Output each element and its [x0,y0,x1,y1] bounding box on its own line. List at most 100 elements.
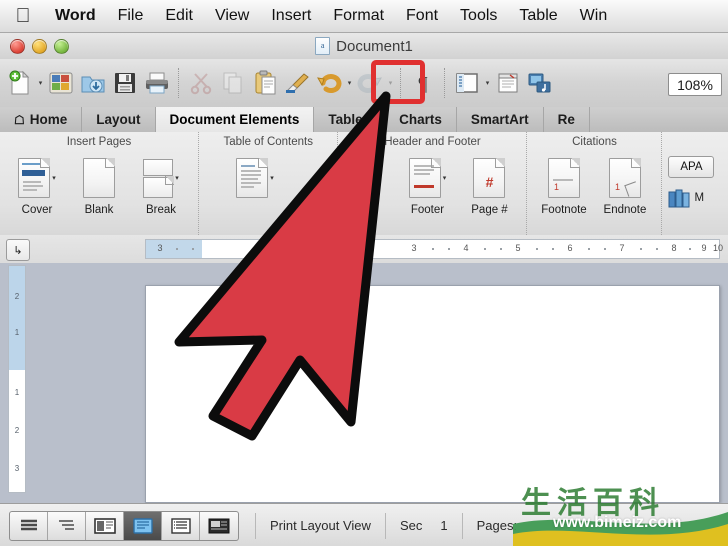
draft-view-button[interactable] [10,511,48,540]
menu-window[interactable]: Win [569,5,619,27]
header-button[interactable]: ▾ er [344,152,396,217]
footer-button[interactable]: ▾ Footer [396,152,458,217]
notebook-view-button[interactable] [162,511,200,540]
format-painter-button[interactable] [282,66,312,100]
menu-word[interactable]: Word [44,5,107,27]
toc-title: Table of Contents [223,136,313,148]
undo-dropdown[interactable]: ▾ [345,66,354,100]
citation-style-dropdown[interactable]: APA [668,156,715,178]
ribbon-group-header-footer: Header and Footer ▾ er ▾ Footer # Page # [337,132,526,235]
tab-charts[interactable]: Charts [385,107,457,132]
ruler-tick-left: 3 [157,243,163,253]
new-document-button[interactable] [5,66,35,100]
ribbon-group-table-of-contents: Table of Contents ▾ [198,132,337,235]
home-icon: ☖ [14,112,25,127]
tab-review-label: Re [557,112,575,127]
tab-review[interactable]: Re [543,107,590,132]
document-title: Document1 [336,37,413,55]
blank-page-button[interactable]: Blank [68,152,130,217]
print-button[interactable] [142,66,172,100]
title-group: a Document1 [0,33,728,59]
undo-button-highlight [371,60,425,104]
tab-home[interactable]: ☖ Home [0,107,83,132]
ruler-tick-8: 8 [671,243,677,253]
ruler-tick-5: 5 [515,243,521,253]
sidebar-dropdown[interactable]: ▾ [483,66,492,100]
standard-toolbar: ▾ ▾ ▾ ¶ ▾ 108% [0,59,728,108]
media-browser-button[interactable] [525,66,555,100]
header-label: er [365,204,376,216]
page-number-label: Page # [471,204,508,216]
ruler-tick-9: 9 [701,243,707,253]
page-number-button[interactable]: # Page # [458,152,520,217]
publishing-view-button[interactable] [86,511,124,540]
toc-icon [236,158,269,198]
toc-dropdown-icon[interactable]: ▾ [270,174,274,182]
print-layout-view-button[interactable] [124,511,162,540]
menu-insert[interactable]: Insert [260,5,322,27]
cover-label: Cover [21,204,53,216]
section-value: 1 [440,518,448,533]
undo-button[interactable] [314,66,344,100]
cover-dropdown-icon[interactable]: ▾ [52,174,56,182]
gallery-button[interactable] [46,66,76,100]
manage-sources-button[interactable]: M [668,188,704,208]
footnote-button[interactable]: 1 Footnote [533,152,594,217]
word-application-window:  Word File Edit View Insert Format Font… [0,0,728,546]
page-break-button[interactable]: ▾ Break [130,152,192,217]
notebook-icon [498,73,518,93]
table-of-contents-button[interactable]: ▾ [215,152,295,204]
endnote-label: Endnote [603,204,647,216]
cut-button[interactable] [186,66,216,100]
menu-font[interactable]: Font [395,5,449,27]
blank-page-icon [83,158,115,198]
copy-button[interactable] [218,66,248,100]
ruler-tick-6: 6 [567,243,573,253]
menu-format[interactable]: Format [322,5,395,27]
cover-page-button[interactable]: ▾ Cover [6,152,68,217]
endnote-button[interactable]: 1 Endnote [594,152,655,217]
endnote-icon: 1 [608,158,641,198]
section-indicator: Sec 1 [384,512,462,539]
apple-logo-icon[interactable]:  [8,6,38,26]
ruler-scale[interactable]: 3 3 4 5 6 7 8 9 10 [145,239,723,259]
document-page[interactable] [145,285,720,503]
tab-tables[interactable]: Tables [314,107,386,132]
open-button[interactable] [78,66,108,100]
tab-document-elements[interactable]: Document Elements [155,107,315,132]
gallery-icon [49,72,73,94]
header-dropdown-icon[interactable]: ▾ [377,174,381,182]
sidebar-toggle-button[interactable] [452,66,482,100]
toolbar-separator [178,68,180,98]
tab-smartart[interactable]: SmartArt [456,107,544,132]
printer-icon [146,72,168,94]
view-name-label: Print Layout View [255,512,385,539]
menu-edit[interactable]: Edit [154,5,204,27]
section-label: Sec [399,518,423,533]
footer-dropdown-icon[interactable]: ▾ [443,174,447,182]
menu-file[interactable]: File [107,5,155,27]
focus-view-button[interactable] [200,512,238,540]
zoom-level-field[interactable]: 108% [668,73,722,96]
paste-button[interactable] [250,66,280,100]
notebook-button[interactable] [493,66,523,100]
document-file-icon: a [315,37,331,55]
paintbrush-icon [286,73,309,93]
window-title-bar: a Document1 [0,33,728,60]
vertical-ruler-margin [9,266,25,370]
horizontal-ruler[interactable]: ↳ 3 3 4 5 6 7 8 9 10 [0,235,728,264]
manage-books-icon [668,188,690,208]
tab-layout[interactable]: Layout [82,107,156,132]
vertical-ruler[interactable]: 2 1 1 2 3 [8,265,26,493]
tab-stop-selector[interactable]: ↳ [6,239,30,261]
menu-table[interactable]: Table [508,5,568,27]
new-document-dropdown[interactable]: ▾ [36,66,45,100]
save-button[interactable] [110,66,140,100]
break-dropdown-icon[interactable]: ▾ [175,174,179,182]
menu-view[interactable]: View [204,5,260,27]
menu-tools[interactable]: Tools [449,5,508,27]
blank-label: Blank [84,204,114,216]
outline-view-button[interactable] [48,511,86,540]
break-label: Break [145,204,177,216]
document-workspace: 2 1 1 2 3 [0,263,728,503]
